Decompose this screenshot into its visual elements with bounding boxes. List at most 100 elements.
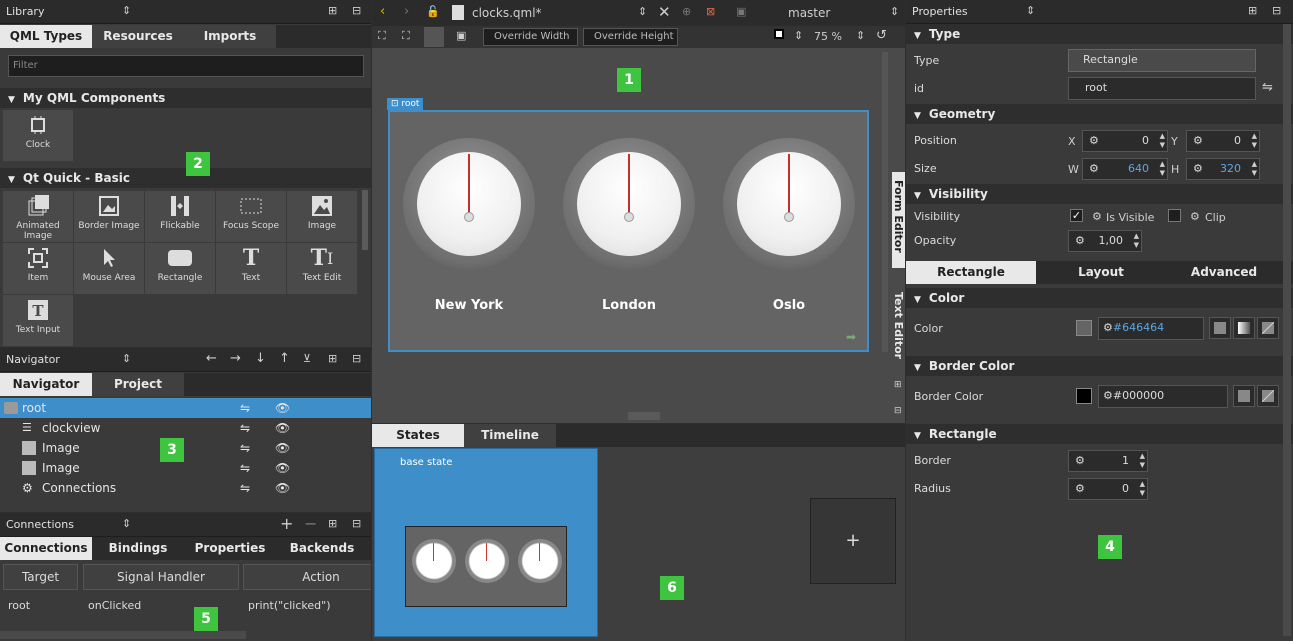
side-split-icon[interactable]: ⊞: [894, 380, 902, 390]
color-field[interactable]: ⚙#646464: [1098, 317, 1204, 340]
export-icon[interactable]: ⇋: [240, 458, 250, 478]
x-spinbox[interactable]: ⚙ 0 ▲ ▼: [1082, 130, 1168, 152]
color-swatch[interactable]: [1076, 320, 1092, 336]
tab-navigator[interactable]: Navigator: [0, 373, 92, 396]
library-item-text[interactable]: T Text: [216, 243, 286, 294]
spin-arrows-icon[interactable]: ▲ ▼: [1160, 160, 1165, 178]
base-state-card[interactable]: base state: [374, 448, 598, 637]
close-panel-icon[interactable]: ⊟: [352, 4, 361, 17]
eye-icon[interactable]: 👁: [275, 398, 290, 418]
clip-checkbox[interactable]: [1168, 209, 1181, 222]
select-icon[interactable]: ⛶: [378, 29, 386, 43]
clock-new-york[interactable]: [403, 138, 535, 270]
properties-scrollbar[interactable]: [1283, 24, 1291, 636]
error-icon[interactable]: ⊠: [706, 5, 715, 18]
border-color-swatch[interactable]: [1076, 388, 1092, 404]
arrow-up-icon[interactable]: ↑: [279, 351, 290, 366]
library-item-flickable[interactable]: Flickable: [145, 191, 215, 242]
tab-properties[interactable]: Properties: [184, 537, 276, 560]
zoom-level[interactable]: 75 %: [814, 30, 842, 43]
close-panel-icon[interactable]: ⊟: [352, 517, 361, 530]
add-state-button[interactable]: +: [810, 498, 896, 584]
library-item-text-input[interactable]: T Text Input: [3, 295, 73, 346]
eye-icon[interactable]: 👁: [275, 478, 290, 498]
binding-icon[interactable]: ⚙: [1103, 389, 1113, 402]
id-field[interactable]: root: [1068, 77, 1256, 100]
filter-input[interactable]: Filter: [8, 55, 364, 77]
back-icon[interactable]: ‹: [380, 4, 385, 19]
connections-scrollbar[interactable]: [0, 631, 246, 639]
split-icon[interactable]: ⊞: [328, 352, 337, 365]
binding-icon[interactable]: ⚙: [1193, 159, 1203, 179]
column-header-target[interactable]: Target: [3, 564, 78, 590]
spin-arrows-icon[interactable]: ▲ ▼: [1140, 452, 1145, 470]
radius-spinbox[interactable]: ⚙ 0 ▲ ▼: [1068, 478, 1148, 500]
side-close-icon[interactable]: ⊟: [894, 406, 902, 416]
properties-dropdown-icon[interactable]: ⇕: [1026, 4, 1035, 17]
forward-icon[interactable]: ›: [404, 4, 409, 19]
export-icon[interactable]: ⇋: [240, 438, 250, 458]
tab-imports[interactable]: Imports: [184, 25, 276, 48]
tab-states[interactable]: States: [372, 424, 464, 447]
type-field[interactable]: Rectangle: [1068, 49, 1256, 72]
library-item-animated-image[interactable]: Animated Image: [3, 191, 73, 242]
binding-icon[interactable]: ⚙: [1103, 321, 1113, 334]
binding-icon[interactable]: ⚙: [1089, 159, 1099, 179]
clock-oslo[interactable]: [723, 138, 855, 270]
nav-item-root[interactable]: root ⇋ 👁: [0, 398, 371, 418]
nav-item-clockview[interactable]: ☰ clockview ⇋ 👁: [0, 418, 371, 438]
snap-icon[interactable]: [424, 27, 444, 47]
section-rectangle[interactable]: ▼ Rectangle: [906, 424, 1293, 444]
connections-dropdown-icon[interactable]: ⇕: [122, 517, 131, 530]
section-visibility[interactable]: ▼ Visibility: [906, 184, 1293, 204]
h-spinbox[interactable]: ⚙ 320 ▲ ▼: [1186, 158, 1260, 180]
split-editor-icon[interactable]: ⊕: [682, 5, 691, 18]
tab-resources[interactable]: Resources: [92, 25, 184, 48]
solid-color-button[interactable]: [1209, 317, 1231, 339]
binding-icon[interactable]: ⚙: [1075, 479, 1085, 499]
is-visible-checkbox[interactable]: ✓: [1070, 209, 1083, 222]
library-item-border-image[interactable]: Border Image: [74, 191, 144, 242]
binding-icon[interactable]: ⚙: [1075, 231, 1085, 251]
transparent-button[interactable]: [1257, 317, 1279, 339]
binding-icon[interactable]: ⚙: [1190, 210, 1200, 223]
spin-arrows-icon[interactable]: ▲ ▼: [1252, 132, 1257, 150]
branch-dropdown-icon[interactable]: ⇕: [890, 5, 899, 18]
table-row[interactable]: root onClicked print("clicked"): [0, 599, 371, 619]
anchor-icon[interactable]: ⛶: [402, 29, 410, 43]
border-spinbox[interactable]: ⚙ 1 ▲ ▼: [1068, 450, 1148, 472]
eye-icon[interactable]: 👁: [275, 418, 290, 438]
nav-item-image-1[interactable]: Image ⇋ 👁: [0, 438, 371, 458]
tab-qml-types[interactable]: QML Types: [0, 25, 92, 48]
library-item-text-edit[interactable]: T I Text Edit: [287, 243, 357, 294]
library-item-image[interactable]: Image: [287, 191, 357, 242]
override-width-field[interactable]: Override Width: [483, 28, 578, 46]
binding-icon[interactable]: ⚙: [1075, 451, 1085, 471]
add-icon[interactable]: +: [280, 514, 293, 533]
library-scrollbar[interactable]: [362, 190, 368, 250]
nav-item-image-2[interactable]: Image ⇋ 👁: [0, 458, 371, 478]
nav-item-connections[interactable]: ⚙ Connections ⇋ 👁: [0, 478, 371, 498]
library-item-focus-scope[interactable]: Focus Scope: [216, 191, 286, 242]
tab-advanced[interactable]: Advanced: [1166, 261, 1282, 284]
binding-icon[interactable]: ⚙: [1092, 210, 1102, 223]
root-label[interactable]: ⊡ root: [387, 98, 424, 110]
tab-layout[interactable]: Layout: [1036, 261, 1166, 284]
close-panel-icon[interactable]: ⊟: [1272, 4, 1281, 17]
tab-bindings[interactable]: Bindings: [92, 537, 184, 560]
tab-timeline[interactable]: Timeline: [464, 424, 556, 447]
binding-icon[interactable]: ⚙: [1089, 131, 1099, 151]
export-icon[interactable]: ⇋: [240, 418, 250, 438]
close-file-icon[interactable]: ✕: [658, 3, 671, 21]
column-header-action[interactable]: Action: [243, 564, 371, 590]
split-icon[interactable]: ⊞: [328, 517, 337, 530]
spin-arrows-icon[interactable]: ▲ ▼: [1140, 480, 1145, 498]
eye-icon[interactable]: 👁: [275, 438, 290, 458]
gradient-button[interactable]: [1233, 317, 1255, 339]
close-panel-icon[interactable]: ⊟: [352, 352, 361, 365]
border-color-field[interactable]: ⚙#000000: [1098, 385, 1228, 408]
file-dropdown-icon[interactable]: ⇕: [638, 5, 647, 18]
export-icon[interactable]: ⇋: [240, 398, 250, 418]
window-icon[interactable]: ▣: [736, 5, 746, 18]
spin-arrows-icon[interactable]: ▲ ▼: [1134, 232, 1139, 250]
